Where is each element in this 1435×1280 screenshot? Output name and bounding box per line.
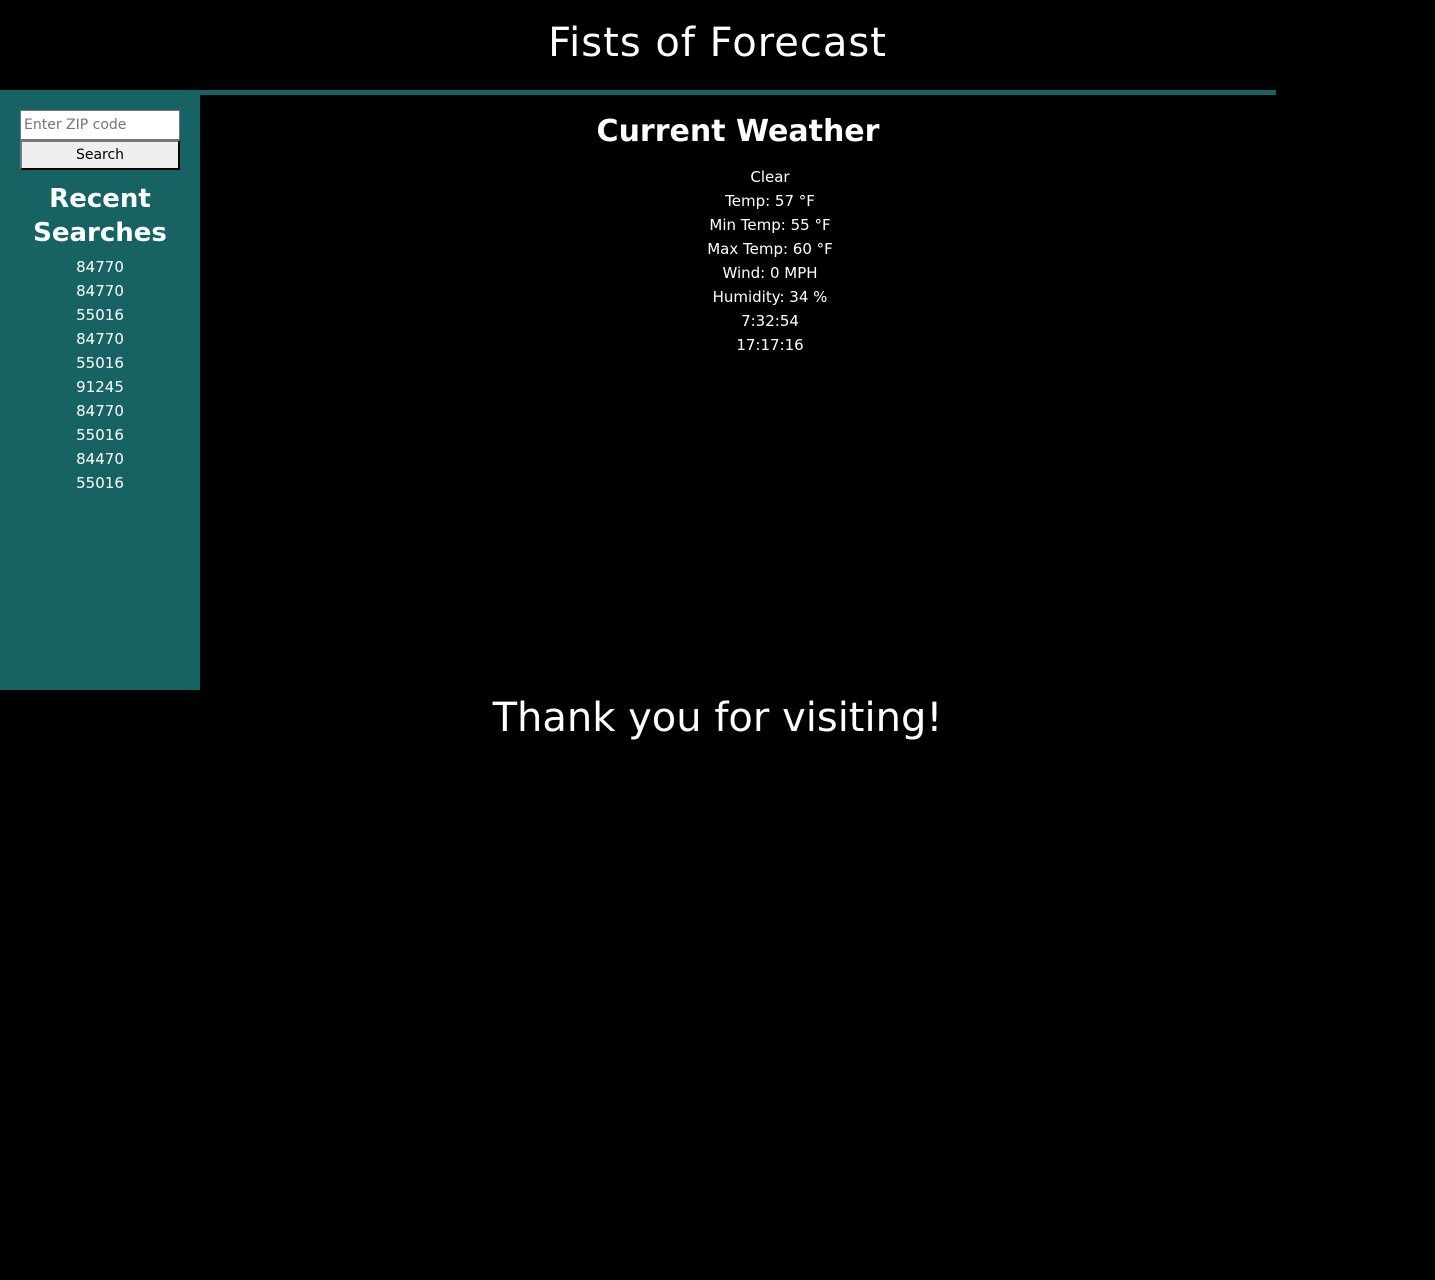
weather-sunset-time: 17:17:16 bbox=[736, 336, 804, 354]
weather-temp: Temp: 57 °F bbox=[725, 192, 815, 210]
weather-min-temp: Min Temp: 55 °F bbox=[709, 216, 831, 234]
zip-search-input[interactable] bbox=[20, 110, 180, 140]
sidebar: Search Recent Searches 84770 84770 55016… bbox=[0, 90, 200, 690]
weather-wind: Wind: 0 MPH bbox=[722, 264, 818, 282]
weather-humidity: Humidity: 34 % bbox=[712, 288, 828, 306]
app-header: Fists of Forecast bbox=[0, 0, 1435, 90]
recent-search-item[interactable]: 84770 bbox=[0, 399, 200, 423]
weather-details: Clear Temp: 57 °F Min Temp: 55 °F Max Te… bbox=[570, 165, 970, 357]
weather-condition: Clear bbox=[750, 168, 790, 186]
recent-search-item[interactable]: 84770 bbox=[0, 279, 200, 303]
search-button[interactable]: Search bbox=[20, 140, 180, 170]
current-weather-heading: Current Weather bbox=[596, 114, 880, 149]
app-title: Fists of Forecast bbox=[548, 20, 887, 66]
recent-search-item[interactable]: 84470 bbox=[0, 447, 200, 471]
recent-search-item[interactable]: 55016 bbox=[0, 423, 200, 447]
recent-search-item[interactable]: 84770 bbox=[0, 255, 200, 279]
recent-searches-list: 84770 84770 55016 84770 55016 91245 8477… bbox=[0, 255, 200, 495]
recent-searches-heading: Recent Searches bbox=[33, 184, 167, 248]
weather-max-temp: Max Temp: 60 °F bbox=[707, 240, 833, 258]
recent-search-item[interactable]: 55016 bbox=[0, 471, 200, 495]
current-weather-panel: Current Weather Clear Temp: 57 °F Min Te… bbox=[200, 95, 1276, 690]
recent-search-item[interactable]: 55016 bbox=[0, 303, 200, 327]
recent-search-item[interactable]: 55016 bbox=[0, 351, 200, 375]
recent-search-item[interactable]: 84770 bbox=[0, 327, 200, 351]
footer-message: Thank you for visiting! bbox=[492, 695, 943, 741]
weather-sunrise-time: 7:32:54 bbox=[741, 312, 799, 330]
recent-search-item[interactable]: 91245 bbox=[0, 375, 200, 399]
